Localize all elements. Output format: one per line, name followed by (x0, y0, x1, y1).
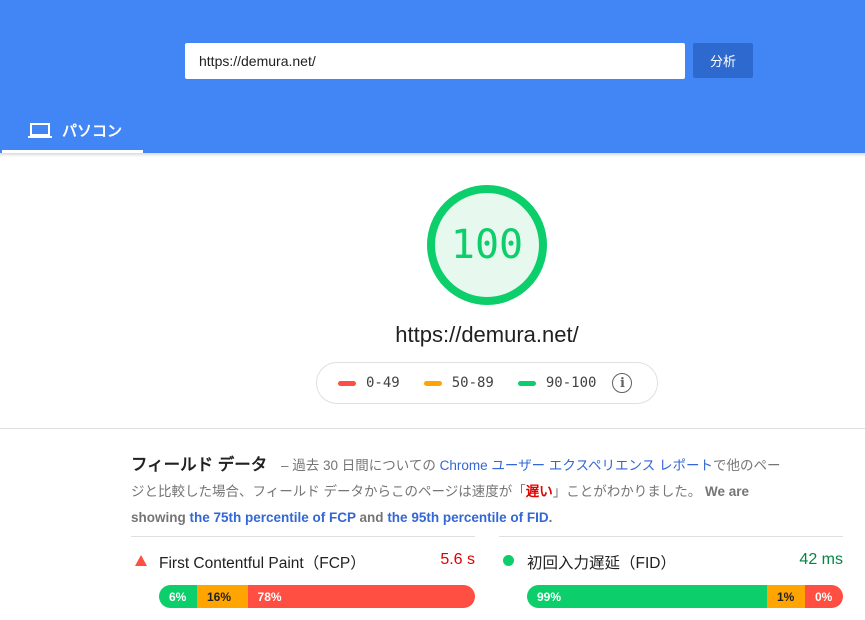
field-desc-and: and (355, 510, 388, 525)
fcp-segment-slow: 78% (247, 585, 475, 608)
laptop-icon (28, 122, 52, 138)
chrome-ux-report-link[interactable]: Chrome ユーザー エクスペリエンス レポート (440, 458, 713, 473)
legend-swatch-fail (338, 380, 356, 386)
field-data-title: フィールド データ (131, 456, 268, 474)
pass-circle-icon (503, 555, 514, 566)
score-gauge: 100 (427, 185, 547, 305)
legend-item-pass: 90-100 (517, 375, 597, 391)
fid-metric-label: 初回入力遅延（FID） (527, 555, 676, 572)
section-divider (0, 428, 865, 429)
fcp-metric-label: First Contentful Paint（FCP） (159, 555, 366, 572)
page-url: https://demura.net/ (395, 322, 579, 347)
analyze-button[interactable]: 分析 (693, 43, 753, 78)
tab-desktop[interactable]: パソコン (2, 108, 143, 153)
legend-label-pass: 90-100 (545, 375, 597, 391)
score-legend: 0-49 50-89 90-100 i (316, 362, 658, 404)
field-desc-end: . (548, 510, 553, 525)
metric-separator (499, 536, 843, 537)
legend-item-average: 50-89 (423, 375, 494, 391)
fid-segment-fast: 99% (527, 585, 767, 608)
legend-label-average: 50-89 (451, 375, 494, 391)
fcp-segment-fast: 6% (159, 585, 197, 608)
fcp-metric-value: 5.6 s (440, 551, 475, 568)
fid-segment-slow: 0% (805, 585, 843, 608)
metric-separator (131, 536, 475, 537)
legend-swatch-average (423, 380, 442, 386)
fid-segment-average: 1% (767, 585, 805, 608)
fcp-distribution-bar: 6% 16% 78% (159, 585, 475, 608)
legend-label-fail: 0-49 (366, 375, 400, 391)
legend-item-fail: 0-49 (338, 375, 400, 391)
header-shadow (0, 153, 865, 157)
info-icon[interactable]: i (612, 373, 633, 393)
fid-metric-value: 42 ms (799, 551, 843, 568)
fcp-percentile-link[interactable]: the 75th percentile of FCP (190, 510, 356, 525)
warning-triangle-icon (135, 555, 147, 566)
tab-desktop-label: パソコン (62, 123, 123, 140)
slow-label: 遅い (525, 484, 553, 499)
fcp-segment-average: 16% (197, 585, 248, 608)
field-desc-text-3: 」ことがわかりました。 (552, 484, 702, 499)
field-desc-text-1: – 過去 30 日間についての (277, 458, 440, 473)
url-input[interactable] (185, 43, 685, 79)
legend-swatch-pass (517, 380, 536, 386)
fid-distribution-bar: 99% 1% 0% (527, 585, 843, 608)
fid-percentile-link[interactable]: the 95th percentile of FID (387, 510, 548, 525)
field-data-description: フィールド データ – 過去 30 日間についての Chrome ユーザー エク… (131, 452, 791, 531)
score-value: 100 (450, 222, 524, 268)
header: 分析 パソコン (0, 0, 865, 153)
